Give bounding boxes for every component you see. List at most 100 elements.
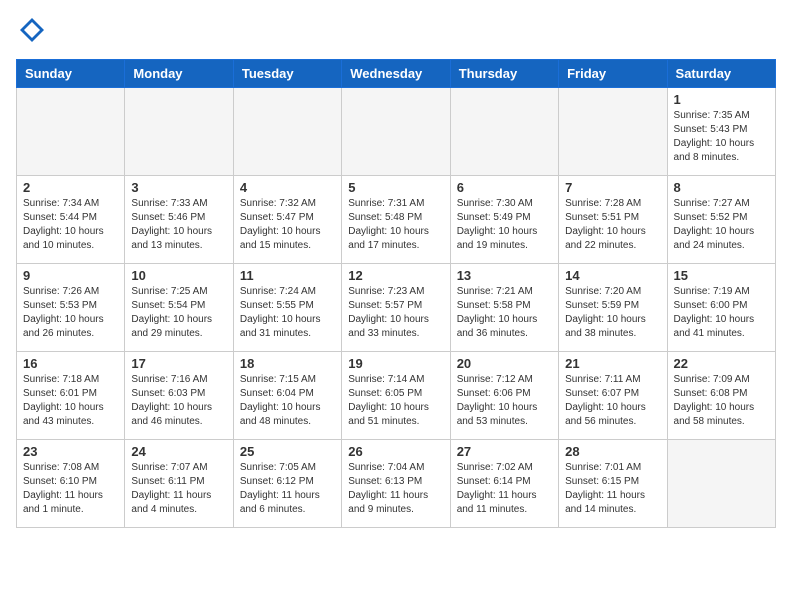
day-info: Sunrise: 7:27 AM Sunset: 5:52 PM Dayligh… [674,197,769,253]
day-number: 18 [240,356,335,371]
calendar-cell [450,88,558,176]
calendar-cell: 24 Sunrise: 7:07 AM Sunset: 6:11 PM Dayli… [125,440,233,528]
calendar-header-row: SundayMondayTuesdayWednesdayThursdayFrid… [17,60,776,88]
week-row-4: 16 Sunrise: 7:18 AM Sunset: 6:01 PM Dayli… [17,352,776,440]
day-info: Sunrise: 7:02 AM Sunset: 6:14 PM Dayligh… [457,461,552,517]
day-number: 7 [565,180,660,195]
day-number: 19 [348,356,443,371]
day-number: 13 [457,268,552,283]
day-info: Sunrise: 7:01 AM Sunset: 6:15 PM Dayligh… [565,461,660,517]
day-number: 17 [131,356,226,371]
day-number: 3 [131,180,226,195]
calendar-cell: 7 Sunrise: 7:28 AM Sunset: 5:51 PM Daylig… [559,176,667,264]
day-number: 9 [23,268,118,283]
day-info: Sunrise: 7:35 AM Sunset: 5:43 PM Dayligh… [674,109,769,165]
calendar-cell: 1 Sunrise: 7:35 AM Sunset: 5:43 PM Daylig… [667,88,775,176]
calendar-cell: 12 Sunrise: 7:23 AM Sunset: 5:57 PM Dayli… [342,264,450,352]
calendar-cell: 27 Sunrise: 7:02 AM Sunset: 6:14 PM Dayli… [450,440,558,528]
calendar-cell: 6Sunrise: 7:30 AM Sunset: 5:49 PM Daylig… [450,176,558,264]
day-number: 23 [23,444,118,459]
day-info: Sunrise: 7:21 AM Sunset: 5:58 PM Dayligh… [457,285,552,341]
day-info: Sunrise: 7:04 AM Sunset: 6:13 PM Dayligh… [348,461,443,517]
calendar-table: SundayMondayTuesdayWednesdayThursdayFrid… [16,59,776,528]
calendar-cell: 16 Sunrise: 7:18 AM Sunset: 6:01 PM Dayli… [17,352,125,440]
column-header-sunday: Sunday [17,60,125,88]
day-info: Sunrise: 7:24 AM Sunset: 5:55 PM Dayligh… [240,285,335,341]
day-number: 24 [131,444,226,459]
calendar-cell: 13 Sunrise: 7:21 AM Sunset: 5:58 PM Dayli… [450,264,558,352]
day-info: Sunrise: 7:07 AM Sunset: 6:11 PM Dayligh… [131,461,226,517]
day-info: Sunrise: 7:23 AM Sunset: 5:57 PM Dayligh… [348,285,443,341]
calendar-cell [233,88,341,176]
calendar-cell: 10 Sunrise: 7:25 AM Sunset: 5:54 PM Dayli… [125,264,233,352]
page-header [16,16,776,49]
calendar-cell: 20 Sunrise: 7:12 AM Sunset: 6:06 PM Dayli… [450,352,558,440]
day-info: Sunrise: 7:12 AM Sunset: 6:06 PM Dayligh… [457,373,552,429]
day-info: Sunrise: 7:33 AM Sunset: 5:46 PM Dayligh… [131,197,226,253]
day-info: Sunrise: 7:26 AM Sunset: 5:53 PM Dayligh… [23,285,118,341]
column-header-monday: Monday [125,60,233,88]
calendar-cell: 3 Sunrise: 7:33 AM Sunset: 5:46 PM Daylig… [125,176,233,264]
day-info: Sunrise: 7:05 AM Sunset: 6:12 PM Dayligh… [240,461,335,517]
calendar-cell [342,88,450,176]
week-row-5: 23 Sunrise: 7:08 AM Sunset: 6:10 PM Dayli… [17,440,776,528]
calendar-cell: 19Sunrise: 7:14 AM Sunset: 6:05 PM Dayli… [342,352,450,440]
day-number: 10 [131,268,226,283]
column-header-tuesday: Tuesday [233,60,341,88]
calendar-cell: 2 Sunrise: 7:34 AM Sunset: 5:44 PM Daylig… [17,176,125,264]
day-info: Sunrise: 7:28 AM Sunset: 5:51 PM Dayligh… [565,197,660,253]
day-info: Sunrise: 7:25 AM Sunset: 5:54 PM Dayligh… [131,285,226,341]
calendar-cell [17,88,125,176]
day-info: Sunrise: 7:20 AM Sunset: 5:59 PM Dayligh… [565,285,660,341]
day-info: Sunrise: 7:31 AM Sunset: 5:48 PM Dayligh… [348,197,443,253]
calendar-cell [667,440,775,528]
calendar-cell: 14 Sunrise: 7:20 AM Sunset: 5:59 PM Dayli… [559,264,667,352]
day-number: 16 [23,356,118,371]
calendar-cell: 23 Sunrise: 7:08 AM Sunset: 6:10 PM Dayli… [17,440,125,528]
calendar-cell: 25 Sunrise: 7:05 AM Sunset: 6:12 PM Dayli… [233,440,341,528]
day-info: Sunrise: 7:16 AM Sunset: 6:03 PM Dayligh… [131,373,226,429]
day-info: Sunrise: 7:19 AM Sunset: 6:00 PM Dayligh… [674,285,769,341]
calendar-cell: 18 Sunrise: 7:15 AM Sunset: 6:04 PM Dayli… [233,352,341,440]
day-number: 15 [674,268,769,283]
day-number: 25 [240,444,335,459]
calendar-cell: 21 Sunrise: 7:11 AM Sunset: 6:07 PM Dayli… [559,352,667,440]
calendar-cell: 11Sunrise: 7:24 AM Sunset: 5:55 PM Dayli… [233,264,341,352]
day-number: 28 [565,444,660,459]
day-info: Sunrise: 7:34 AM Sunset: 5:44 PM Dayligh… [23,197,118,253]
column-header-wednesday: Wednesday [342,60,450,88]
day-number: 5 [348,180,443,195]
day-number: 22 [674,356,769,371]
day-number: 1 [674,92,769,107]
day-info: Sunrise: 7:15 AM Sunset: 6:04 PM Dayligh… [240,373,335,429]
column-header-friday: Friday [559,60,667,88]
logo-icon [18,16,46,44]
week-row-2: 2 Sunrise: 7:34 AM Sunset: 5:44 PM Daylig… [17,176,776,264]
week-row-3: 9 Sunrise: 7:26 AM Sunset: 5:53 PM Daylig… [17,264,776,352]
column-header-saturday: Saturday [667,60,775,88]
calendar-cell: 22 Sunrise: 7:09 AM Sunset: 6:08 PM Dayli… [667,352,775,440]
calendar-cell: 28 Sunrise: 7:01 AM Sunset: 6:15 PM Dayli… [559,440,667,528]
day-number: 4 [240,180,335,195]
day-info: Sunrise: 7:30 AM Sunset: 5:49 PM Dayligh… [457,197,552,253]
day-number: 21 [565,356,660,371]
day-info: Sunrise: 7:11 AM Sunset: 6:07 PM Dayligh… [565,373,660,429]
calendar-cell: 8Sunrise: 7:27 AM Sunset: 5:52 PM Daylig… [667,176,775,264]
day-number: 14 [565,268,660,283]
day-info: Sunrise: 7:08 AM Sunset: 6:10 PM Dayligh… [23,461,118,517]
calendar-cell: 9 Sunrise: 7:26 AM Sunset: 5:53 PM Daylig… [17,264,125,352]
calendar-cell [559,88,667,176]
week-row-1: 1 Sunrise: 7:35 AM Sunset: 5:43 PM Daylig… [17,88,776,176]
calendar-cell [125,88,233,176]
calendar-cell: 15 Sunrise: 7:19 AM Sunset: 6:00 PM Dayli… [667,264,775,352]
calendar-cell: 26Sunrise: 7:04 AM Sunset: 6:13 PM Dayli… [342,440,450,528]
day-info: Sunrise: 7:18 AM Sunset: 6:01 PM Dayligh… [23,373,118,429]
day-number: 27 [457,444,552,459]
day-number: 12 [348,268,443,283]
column-header-thursday: Thursday [450,60,558,88]
calendar-cell: 17 Sunrise: 7:16 AM Sunset: 6:03 PM Dayli… [125,352,233,440]
day-number: 2 [23,180,118,195]
day-number: 20 [457,356,552,371]
calendar-cell: 4Sunrise: 7:32 AM Sunset: 5:47 PM Daylig… [233,176,341,264]
day-info: Sunrise: 7:09 AM Sunset: 6:08 PM Dayligh… [674,373,769,429]
